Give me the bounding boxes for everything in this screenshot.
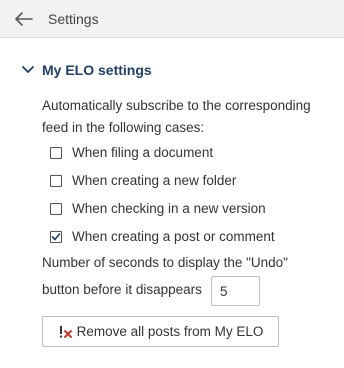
undo-seconds-input[interactable]: [211, 276, 260, 306]
undo-label: button before it disappears: [42, 282, 202, 297]
checkbox[interactable]: [50, 174, 62, 187]
option-label: When checking in a new version: [72, 201, 266, 216]
option-label: When creating a new folder: [72, 173, 237, 188]
section-toggle-my-elo[interactable]: My ELO settings: [22, 62, 152, 78]
remove-posts-icon: [58, 324, 74, 340]
chevron-down-icon: [22, 66, 34, 73]
option-label: When filing a document: [72, 145, 214, 160]
remove-button-label: Remove all posts from My ELO: [76, 324, 264, 339]
option-post-comment[interactable]: When creating a post or comment: [50, 229, 275, 244]
arrow-left-icon: [15, 11, 33, 26]
subscribe-description: Automatically subscribe to the correspon…: [42, 95, 342, 139]
header-bar: Settings: [0, 0, 344, 38]
remove-all-posts-button[interactable]: Remove all posts from My ELO: [42, 316, 279, 347]
checkmark-icon: [51, 232, 61, 240]
page-title: Settings: [48, 10, 99, 27]
undo-label: Number of seconds to display the "Undo": [42, 255, 288, 270]
checkbox-checked[interactable]: [50, 230, 62, 243]
description-line: feed in the following cases:: [42, 120, 205, 135]
checkbox[interactable]: [50, 146, 62, 159]
section-title: My ELO settings: [42, 62, 152, 78]
option-label: When creating a post or comment: [72, 229, 275, 244]
checkbox[interactable]: [50, 202, 62, 215]
option-filing-document[interactable]: When filing a document: [50, 145, 213, 160]
back-button[interactable]: [14, 9, 34, 29]
description-line: Automatically subscribe to the correspon…: [42, 98, 311, 113]
option-new-version[interactable]: When checking in a new version: [50, 201, 266, 216]
option-new-folder[interactable]: When creating a new folder: [50, 173, 236, 188]
